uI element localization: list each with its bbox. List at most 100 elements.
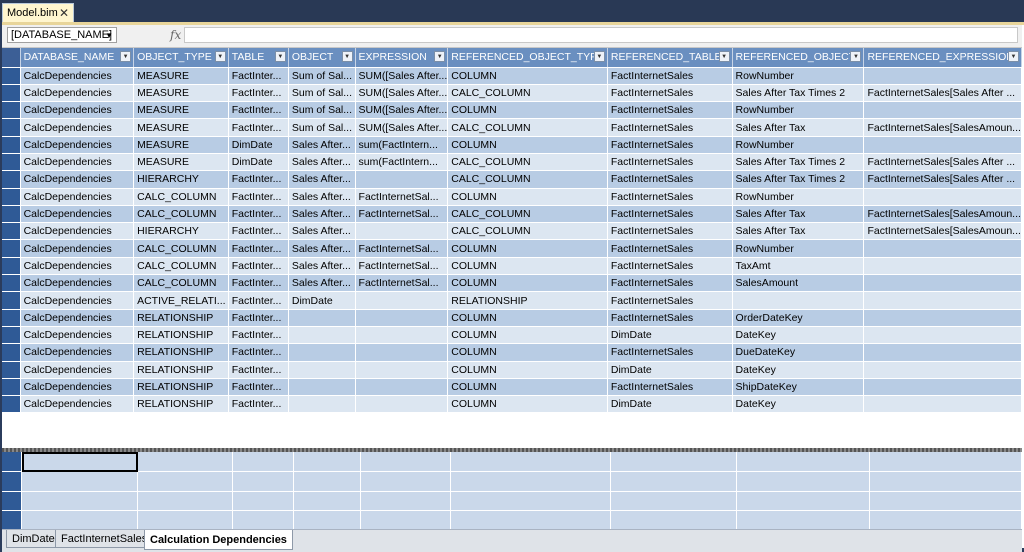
row-selector[interactable] — [2, 510, 23, 531]
table-cell[interactable]: RowNumber — [732, 188, 865, 206]
table-cell[interactable]: RowNumber — [732, 67, 865, 85]
table-row[interactable]: CalcDependencies MEASURE DimDate Sales Afte… — [2, 136, 1022, 154]
table-cell[interactable]: FactInternetSales[SalesAmoun... — [863, 118, 1022, 137]
table-cell[interactable] — [355, 361, 449, 379]
document-tab-model-bim[interactable]: Model.bim ✕ — [2, 3, 74, 22]
table-cell[interactable]: COLUMN — [447, 309, 608, 327]
column-header-database-name[interactable]: DATABASE_NAME ▼ — [20, 48, 135, 68]
table-cell[interactable]: Sales After... — [288, 205, 356, 224]
table-cell[interactable] — [732, 291, 865, 310]
table-cell[interactable] — [288, 378, 356, 397]
table-cell[interactable]: FactInter... — [228, 257, 289, 276]
table-cell[interactable]: RELATIONSHIP — [133, 378, 229, 397]
table-cell[interactable]: FactInternetSales — [607, 205, 733, 224]
filter-dropdown-icon[interactable]: ▼ — [1008, 51, 1019, 62]
table-row[interactable]: CalcDependencies CALC_COLUMN FactInter... S… — [2, 274, 1022, 293]
table-cell[interactable] — [863, 101, 1022, 120]
table-cell[interactable] — [355, 343, 449, 362]
table-cell[interactable]: COLUMN — [447, 395, 608, 414]
row-selector[interactable] — [2, 343, 21, 362]
chevron-down-icon[interactable]: ▼ — [105, 29, 113, 43]
row-selector[interactable] — [2, 471, 23, 492]
table-row[interactable]: CalcDependencies HIERARCHY FactInter... Sal… — [2, 222, 1022, 241]
table-cell[interactable]: CALC_COLUMN — [133, 205, 229, 224]
table-cell[interactable]: COLUMN — [447, 361, 608, 379]
table-cell[interactable]: DateKey — [732, 395, 865, 414]
empty-cell[interactable] — [228, 412, 289, 431]
table-cell[interactable]: FactInternetSales — [607, 343, 733, 362]
table-cell[interactable]: OrderDateKey — [732, 309, 865, 327]
table-cell[interactable]: Sum of Sal... — [288, 118, 356, 137]
sheet-tab-dimdate[interactable]: DimDate — [6, 530, 61, 548]
table-cell[interactable] — [863, 136, 1022, 154]
table-cell[interactable]: Sales After Tax Times 2 — [732, 170, 865, 189]
table-row[interactable]: CalcDependencies CALC_COLUMN FactInter... S… — [2, 239, 1022, 258]
table-row[interactable]: CalcDependencies RELATIONSHIP FactInter...… — [2, 309, 1022, 327]
table-cell[interactable]: CALC_COLUMN — [447, 222, 608, 241]
table-cell[interactable]: HIERARCHY — [133, 222, 229, 241]
measure-cell[interactable] — [360, 452, 452, 472]
table-cell[interactable]: sum(FactIntern... — [355, 136, 449, 154]
row-selector[interactable] — [2, 67, 21, 85]
row-selector[interactable] — [2, 309, 21, 327]
measure-cell[interactable] — [450, 491, 612, 511]
measure-cell[interactable] — [610, 452, 738, 472]
column-header-object[interactable]: OBJECT ▼ — [288, 48, 356, 68]
table-cell[interactable]: CalcDependencies — [20, 136, 135, 154]
table-cell[interactable] — [863, 257, 1022, 276]
row-selector[interactable] — [2, 395, 21, 414]
table-cell[interactable]: COLUMN — [447, 326, 608, 345]
measure-cell[interactable] — [232, 491, 295, 511]
column-header-referenced-expression[interactable]: REFERENCED_EXPRESSION ▼ — [863, 48, 1022, 68]
filter-dropdown-icon[interactable]: ▼ — [593, 51, 605, 62]
column-header-table[interactable]: TABLE ▼ — [228, 48, 289, 68]
table-cell[interactable]: FactInternetSales — [607, 118, 733, 137]
table-cell[interactable]: FactInter... — [228, 101, 289, 120]
new-row[interactable] — [2, 412, 1022, 431]
table-cell[interactable]: Sales After... — [288, 239, 356, 258]
table-cell[interactable] — [863, 343, 1022, 362]
table-cell[interactable]: CalcDependencies — [20, 67, 135, 85]
table-cell[interactable] — [863, 188, 1022, 206]
measure-cell[interactable] — [610, 471, 738, 492]
table-cell[interactable]: Sum of Sal... — [288, 67, 356, 85]
measure-cell[interactable] — [293, 491, 362, 511]
formula-input[interactable] — [184, 27, 1018, 43]
table-cell[interactable]: CalcDependencies — [20, 257, 135, 276]
table-cell[interactable]: RELATIONSHIP — [133, 361, 229, 379]
table-cell[interactable] — [863, 239, 1022, 258]
table-cell[interactable]: FactInter... — [228, 309, 289, 327]
measure-cell[interactable] — [21, 491, 139, 511]
table-cell[interactable]: Sales After Tax — [732, 118, 865, 137]
table-cell[interactable]: FactInternetSales — [607, 239, 733, 258]
table-cell[interactable]: MEASURE — [133, 153, 229, 172]
table-cell[interactable]: Sales After... — [288, 257, 356, 276]
table-cell[interactable]: FactInternetSales — [607, 101, 733, 120]
measure-cell[interactable] — [450, 510, 612, 531]
row-selector[interactable] — [2, 101, 21, 120]
table-cell[interactable] — [288, 343, 356, 362]
table-cell[interactable]: FactInter... — [228, 291, 289, 310]
row-selector[interactable] — [2, 257, 21, 276]
measure-cell[interactable] — [736, 452, 871, 472]
row-selector[interactable] — [2, 361, 21, 379]
table-cell[interactable]: CalcDependencies — [20, 309, 135, 327]
table-cell[interactable]: Sales After Tax — [732, 205, 865, 224]
table-cell[interactable]: CALC_COLUMN — [133, 239, 229, 258]
table-cell[interactable] — [355, 378, 449, 397]
table-row[interactable]: CalcDependencies RELATIONSHIP FactInter...… — [2, 378, 1022, 397]
table-cell[interactable]: Sales After Tax — [732, 222, 865, 241]
table-cell[interactable]: FactInter... — [228, 205, 289, 224]
table-cell[interactable]: CalcDependencies — [20, 222, 135, 241]
filter-dropdown-icon[interactable]: ▼ — [274, 51, 286, 62]
table-cell[interactable]: FactInternetSales — [607, 153, 733, 172]
table-cell[interactable]: DateKey — [732, 326, 865, 345]
filter-dropdown-icon[interactable]: ▼ — [850, 51, 862, 62]
column-header-referenced-table[interactable]: REFERENCED_TABLE ▼ — [607, 48, 733, 68]
table-cell[interactable]: CalcDependencies — [20, 361, 135, 379]
filter-dropdown-icon[interactable]: ▼ — [341, 51, 353, 62]
table-cell[interactable]: FactInternetSales — [607, 170, 733, 189]
table-cell[interactable]: FactInternetSales[Sales After ... — [863, 170, 1022, 189]
table-row[interactable]: CalcDependencies MEASURE FactInter... Sum o… — [2, 84, 1022, 103]
table-cell[interactable]: MEASURE — [133, 84, 229, 103]
